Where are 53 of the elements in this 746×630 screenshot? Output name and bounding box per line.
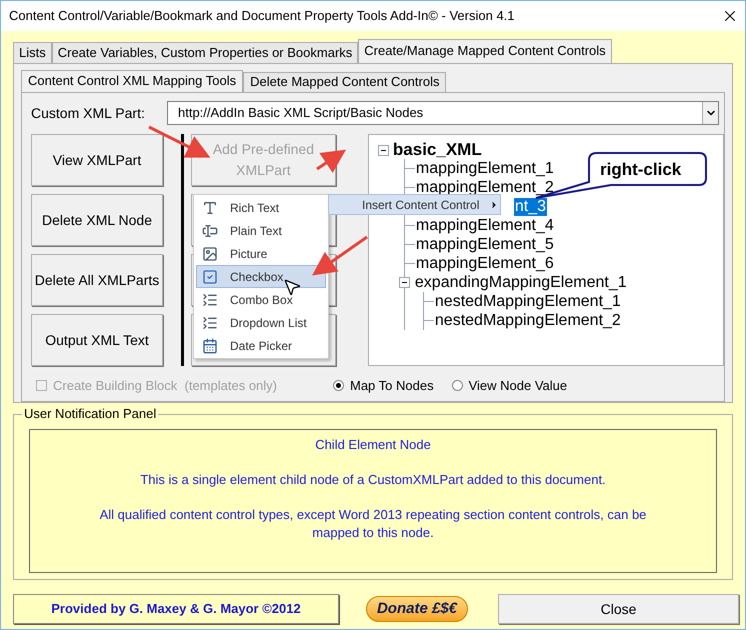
notification-text: This is a single element child node of a CustomXMLPart added to this document. — [140, 471, 606, 489]
tab[interactable]: Create/Manage Mapped Content Controls — [358, 39, 612, 63]
collapse-toggle[interactable] — [398, 277, 410, 288]
calendar-icon — [202, 338, 218, 354]
radio-label: View Node Value — [468, 377, 568, 395]
tab[interactable]: Create Variables, Custom Properties or Bookmarks — [52, 42, 358, 63]
tree-node[interactable]: mappingElement_1 — [414, 160, 555, 178]
action-button[interactable]: Output XML Text — [31, 314, 163, 366]
tree-node[interactable]: mappingElement_6 — [414, 254, 555, 272]
menu-item[interactable]: Date Picker — [196, 334, 326, 357]
tree-node[interactable]: mappingElement_4 — [414, 216, 555, 234]
tree-node[interactable]: mappingElement_2 — [414, 178, 555, 196]
notification-text: All qualified content control types, except Word 2013 repeating section content controls, can be mapped to this node. — [98, 506, 648, 542]
action-button[interactable]: Delete XML Node — [31, 194, 163, 246]
picture-icon — [202, 246, 218, 262]
list-icon — [202, 314, 218, 330]
window-title: Content Control/Variable/Bookmark and Document Property Tools Add-In© - Version 4.1 — [9, 7, 515, 26]
menu-item[interactable]: Checkbox — [196, 265, 326, 288]
menu-item[interactable]: Rich Text — [196, 196, 326, 219]
donate-button[interactable]: Donate £$€ — [366, 596, 468, 622]
menu-item[interactable]: Picture — [196, 242, 326, 265]
tree-node[interactable]: nestedMappingElement_2 — [434, 312, 622, 330]
tab[interactable]: Content Control XML Mapping Tools — [21, 70, 244, 92]
pointer-arrow — [316, 150, 346, 173]
collapse-toggle[interactable] — [378, 144, 389, 156]
letter-icon — [202, 200, 218, 216]
field-label: Custom XML Part: — [31, 104, 146, 122]
tab[interactable]: Lists — [13, 42, 52, 63]
checkbox-label: Create Building Block (templates only) — [53, 377, 277, 395]
callout-text: right-click — [600, 159, 682, 181]
notification-text: Child Element Node — [315, 436, 431, 454]
tree-node[interactable]: expandingMappingElement_1 — [414, 274, 628, 292]
radio-button[interactable] — [452, 380, 463, 392]
pointer-arrow — [148, 126, 210, 158]
menu-item[interactable]: Dropdown List — [196, 311, 326, 334]
xml-part-dropdown[interactable]: http://AddIn Basic XML Script/Basic Nodes — [167, 101, 719, 125]
menu-item[interactable]: Combo Box — [196, 288, 326, 311]
menu-item[interactable]: Plain Text — [196, 219, 326, 242]
tab[interactable]: Delete Mapped Content Controls — [243, 72, 446, 92]
action-button[interactable]: Delete All XMLParts — [31, 254, 163, 306]
text-field-icon — [202, 222, 218, 238]
action-button[interactable]: View XMLPart — [31, 134, 163, 186]
tree-node[interactable]: nestedMappingElement_1 — [434, 292, 622, 310]
list-icon — [202, 292, 218, 308]
radio-button[interactable] — [333, 380, 344, 392]
submenu-item[interactable]: Insert Content Control — [328, 194, 501, 215]
pointer-arrow — [312, 236, 368, 276]
tree-node[interactable]: nt_3 — [514, 198, 548, 216]
tree-node[interactable]: mappingElement_5 — [414, 236, 555, 254]
credit-text: Provided by G. Maxey & G. Mayor ©2012 — [13, 594, 339, 624]
radio-label: Map To Nodes — [350, 377, 434, 395]
close-button[interactable]: Close — [498, 594, 739, 624]
checkbox-icon — [202, 268, 218, 284]
